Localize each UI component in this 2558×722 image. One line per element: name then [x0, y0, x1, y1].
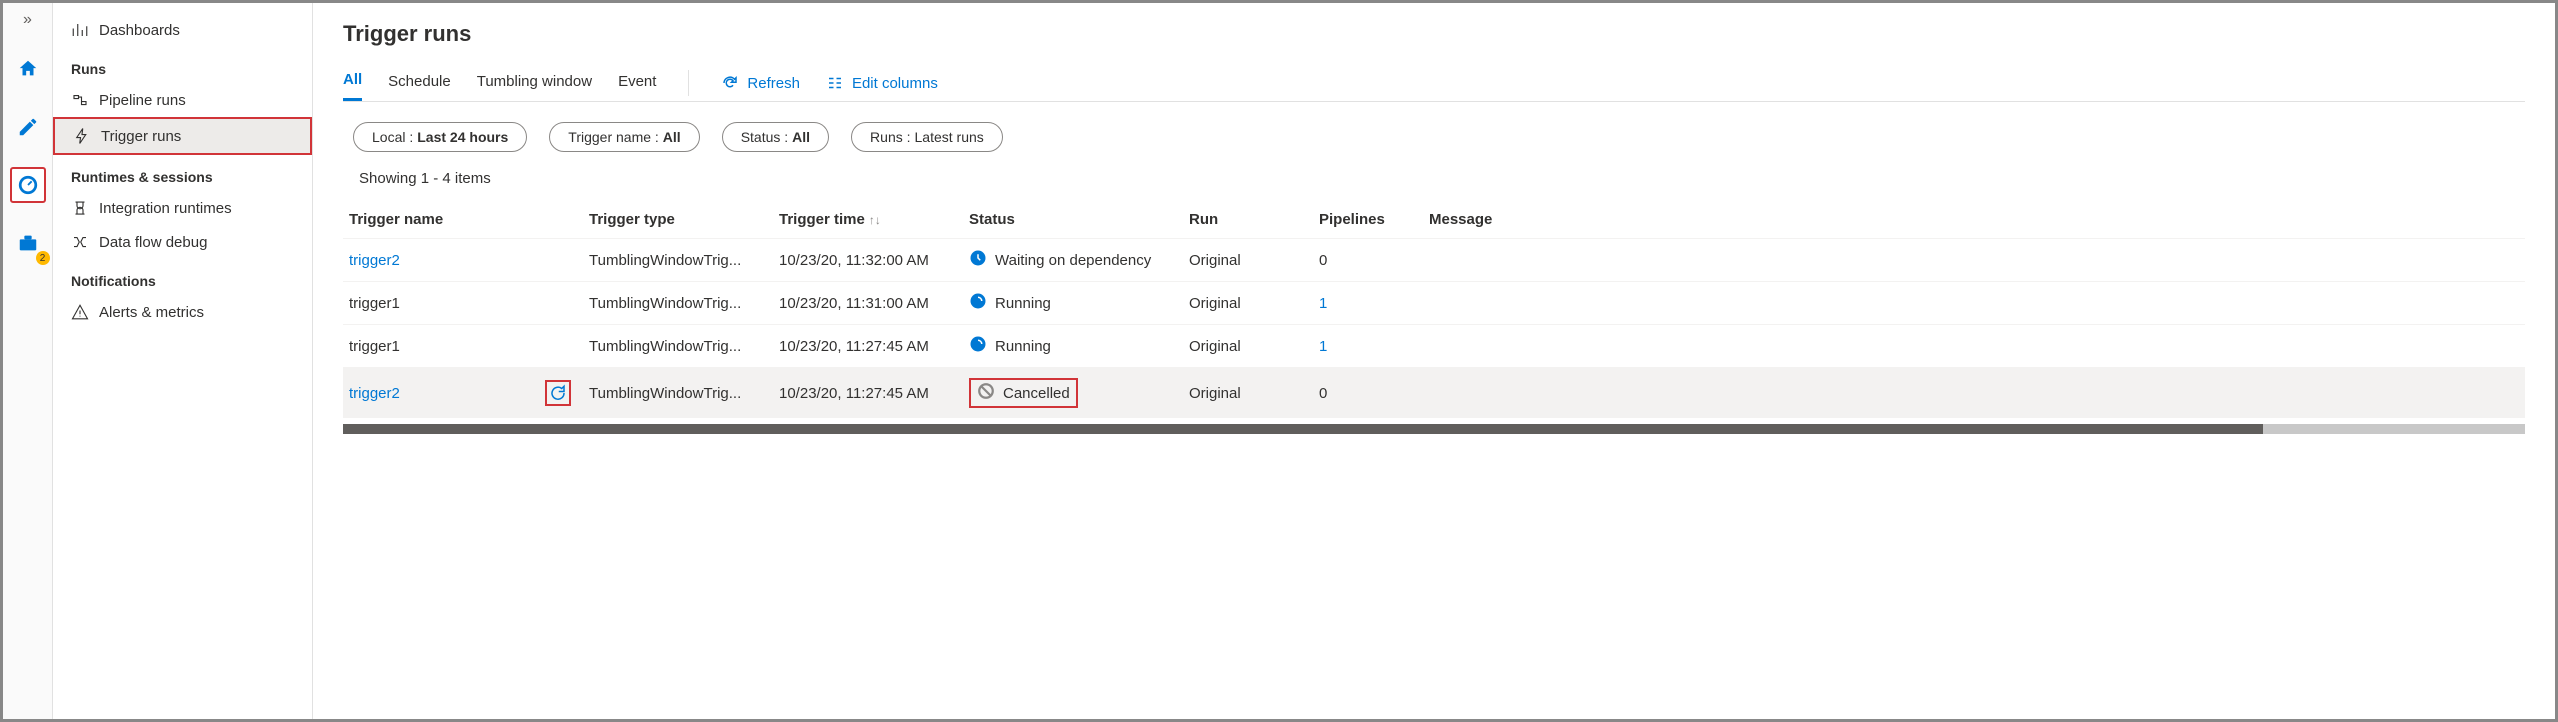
cell-status: Running: [969, 292, 1189, 314]
table-row[interactable]: trigger1TumblingWindowTrig...10/23/20, 1…: [343, 324, 2525, 367]
pill-runs[interactable]: Runs : Latest runs: [851, 122, 1003, 152]
filter-pills: Local : Last 24 hours Trigger name : All…: [343, 122, 2525, 152]
cell-run: Original: [1189, 295, 1319, 312]
toolbox-icon: [17, 232, 39, 254]
refresh-button[interactable]: Refresh: [721, 74, 800, 92]
label: Trigger runs: [101, 128, 181, 145]
showing-text: Showing 1 - 4 items: [343, 170, 2525, 187]
pill-status[interactable]: Status : All: [722, 122, 829, 152]
pill-local[interactable]: Local : Last 24 hours: [353, 122, 527, 152]
label: Pipeline runs: [99, 92, 186, 109]
cell-trigger-name: trigger1: [349, 338, 589, 355]
pill-trigger-name[interactable]: Trigger name : All: [549, 122, 699, 152]
label: Dashboards: [99, 22, 180, 39]
cell-trigger-name[interactable]: trigger2: [349, 252, 589, 269]
sidebar-alerts-metrics[interactable]: Alerts & metrics: [53, 295, 312, 329]
cell-trigger-time: 10/23/20, 11:31:00 AM: [779, 295, 969, 312]
cell-trigger-type: TumblingWindowTrig...: [589, 252, 779, 269]
cell-trigger-time: 10/23/20, 11:27:45 AM: [779, 385, 969, 402]
trigger-runs-table: Trigger name Trigger type Trigger time↑↓…: [343, 201, 2525, 418]
cell-trigger-type: TumblingWindowTrig...: [589, 385, 779, 402]
horizontal-scrollbar[interactable]: [343, 424, 2525, 434]
cell-trigger-name[interactable]: trigger2: [349, 380, 589, 406]
label: Alerts & metrics: [99, 304, 204, 321]
spin-icon: [969, 335, 987, 357]
table-row[interactable]: trigger2TumblingWindowTrig...10/23/20, 1…: [343, 367, 2525, 418]
cell-run: Original: [1189, 252, 1319, 269]
tab-tumbling[interactable]: Tumbling window: [477, 67, 592, 100]
rail-home[interactable]: [10, 51, 46, 87]
cancel-icon: [977, 382, 995, 404]
rail-author[interactable]: [10, 109, 46, 145]
spin-icon: [969, 292, 987, 314]
clock-icon: [969, 249, 987, 271]
trigger-icon: [73, 127, 91, 145]
sidebar-dashboards[interactable]: Dashboards: [53, 13, 312, 47]
sidebar-head-runs: Runs: [53, 47, 312, 83]
app-root: » Dashboards Runs Pipeline runs Trigger …: [0, 0, 2558, 722]
label: Integration runtimes: [99, 200, 232, 217]
home-icon: [17, 58, 39, 80]
col-pipelines[interactable]: Pipelines: [1319, 211, 1429, 228]
table-row[interactable]: trigger2TumblingWindowTrig...10/23/20, 1…: [343, 238, 2525, 281]
page-title: Trigger runs: [343, 21, 2525, 47]
rail-monitor[interactable]: [10, 167, 46, 203]
cell-pipelines[interactable]: 1: [1319, 338, 1429, 355]
alert-icon: [71, 303, 89, 321]
cell-status: Cancelled: [969, 378, 1078, 408]
dataflow-icon: [71, 233, 89, 251]
label: Edit columns: [852, 75, 938, 92]
cell-trigger-type: TumblingWindowTrig...: [589, 295, 779, 312]
cell-status: Running: [969, 335, 1189, 357]
gauge-icon: [17, 174, 39, 196]
col-message[interactable]: Message: [1429, 211, 2519, 228]
col-status[interactable]: Status: [969, 211, 1189, 228]
pipeline-icon: [71, 91, 89, 109]
table-row[interactable]: trigger1TumblingWindowTrig...10/23/20, 1…: [343, 281, 2525, 324]
main-panel: Trigger runs All Schedule Tumbling windo…: [313, 3, 2555, 719]
cell-pipelines: 0: [1319, 252, 1429, 269]
cell-trigger-time: 10/23/20, 11:32:00 AM: [779, 252, 969, 269]
tab-event[interactable]: Event: [618, 67, 656, 100]
expand-icon[interactable]: »: [23, 11, 32, 29]
icon-rail: »: [3, 3, 53, 719]
dashboard-icon: [71, 21, 89, 39]
label: Data flow debug: [99, 234, 207, 251]
sidebar-integration-runtimes[interactable]: Integration runtimes: [53, 191, 312, 225]
cell-run: Original: [1189, 385, 1319, 402]
columns-icon: [826, 74, 844, 92]
cell-run: Original: [1189, 338, 1319, 355]
col-type[interactable]: Trigger type: [589, 211, 779, 228]
tab-schedule[interactable]: Schedule: [388, 67, 451, 100]
refresh-icon: [721, 74, 739, 92]
sidebar-dataflow-debug[interactable]: Data flow debug: [53, 225, 312, 259]
edit-columns-button[interactable]: Edit columns: [826, 74, 938, 92]
cell-trigger-type: TumblingWindowTrig...: [589, 338, 779, 355]
separator: [688, 70, 689, 96]
sidebar-head-runtimes: Runtimes & sessions: [53, 155, 312, 191]
sidebar-pipeline-runs[interactable]: Pipeline runs: [53, 83, 312, 117]
sidebar-trigger-runs[interactable]: Trigger runs: [53, 117, 312, 155]
integration-icon: [71, 199, 89, 217]
col-run[interactable]: Run: [1189, 211, 1319, 228]
rail-manage[interactable]: [10, 225, 46, 261]
cell-status: Waiting on dependency: [969, 249, 1189, 271]
tab-all[interactable]: All: [343, 65, 362, 101]
cell-trigger-time: 10/23/20, 11:27:45 AM: [779, 338, 969, 355]
cell-pipelines[interactable]: 1: [1319, 295, 1429, 312]
cell-trigger-name: trigger1: [349, 295, 589, 312]
cell-pipelines: 0: [1319, 385, 1429, 402]
table-header: Trigger name Trigger type Trigger time↑↓…: [343, 201, 2525, 238]
sidebar: Dashboards Runs Pipeline runs Trigger ru…: [53, 3, 313, 719]
col-time[interactable]: Trigger time↑↓: [779, 211, 969, 228]
rerun-button[interactable]: [545, 380, 571, 406]
pencil-icon: [17, 116, 39, 138]
col-name[interactable]: Trigger name: [349, 211, 589, 228]
tabs-row: All Schedule Tumbling window Event Refre…: [343, 65, 2525, 102]
sort-icon: ↑↓: [869, 213, 881, 227]
scroll-thumb[interactable]: [343, 424, 2263, 434]
label: Refresh: [747, 75, 800, 92]
sidebar-head-notifications: Notifications: [53, 259, 312, 295]
